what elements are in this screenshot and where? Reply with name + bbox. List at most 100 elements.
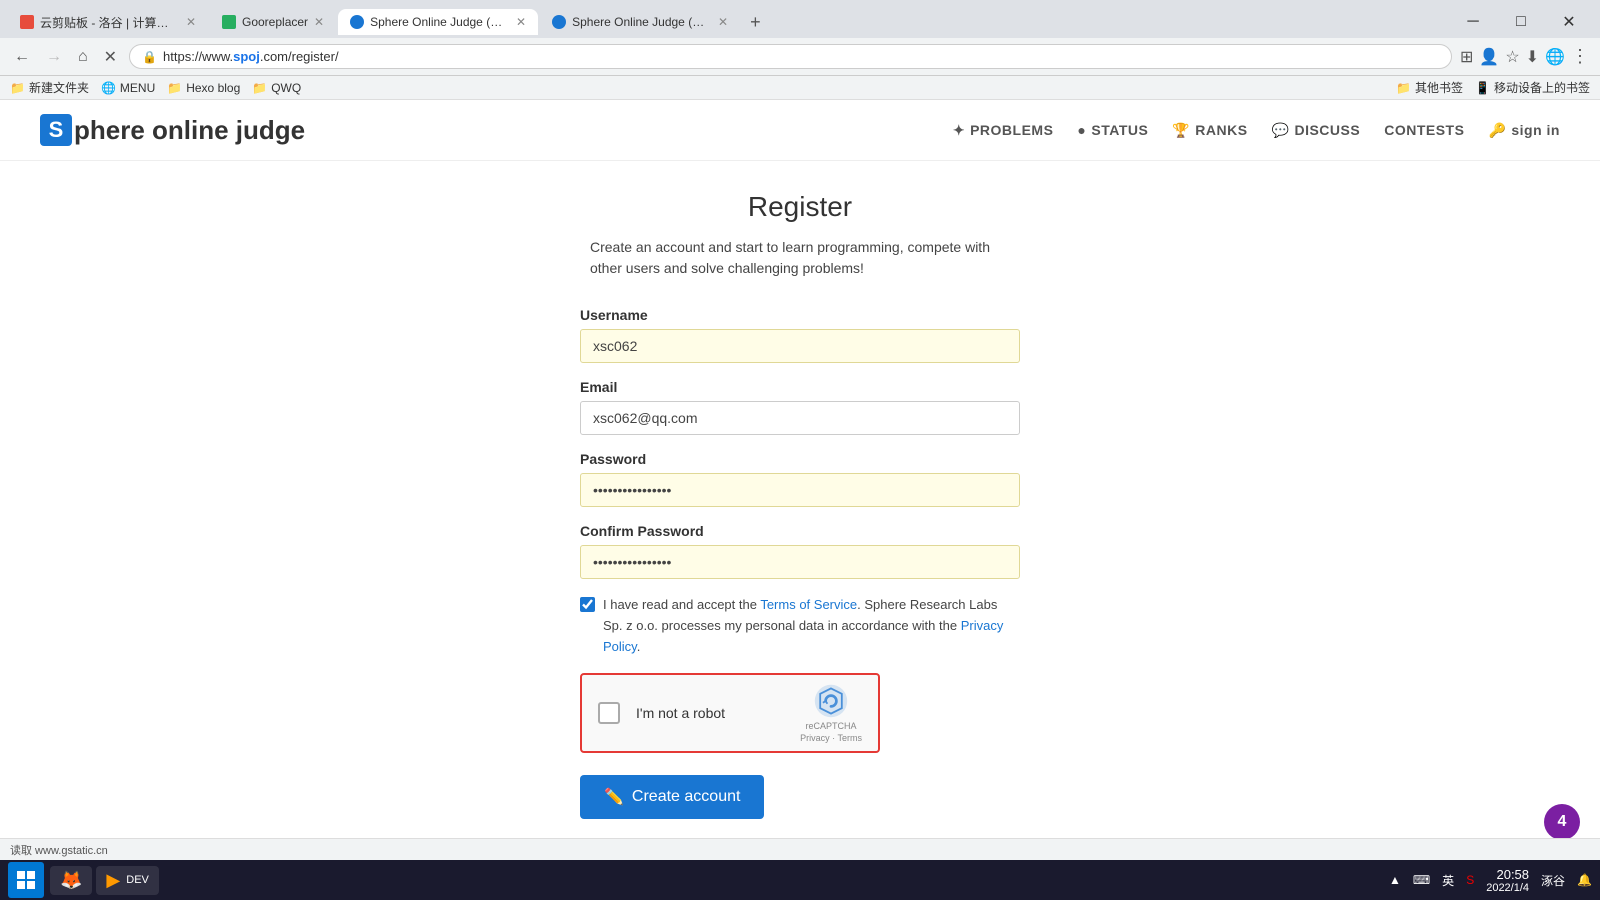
globe-icon[interactable]: 🌐 xyxy=(1545,47,1565,67)
clock-time: 20:58 xyxy=(1486,867,1529,882)
extensions-icon[interactable]: ⊞ xyxy=(1460,47,1473,67)
browser-tab-1[interactable]: 云剪贴板 - 洛谷 | 计算机科学... ✕ xyxy=(8,8,208,37)
create-account-label: Create account xyxy=(632,788,741,806)
terms-of-service-link[interactable]: Terms of Service xyxy=(760,597,857,612)
terms-label[interactable]: I have read and accept the Terms of Serv… xyxy=(580,595,1020,657)
nav-discuss[interactable]: 💬 DISCUSS xyxy=(1272,122,1361,139)
start-button[interactable] xyxy=(8,862,44,898)
taskbar: 🦊 ▶ DEV ▲ ⌨ 英 S 20:58 2022/1/4 涿谷 🔔 xyxy=(0,860,1600,900)
bookmark-other[interactable]: 📁 其他书签 xyxy=(1396,79,1463,96)
forward-button[interactable]: → xyxy=(42,46,66,68)
tab-favicon-4 xyxy=(552,15,566,29)
bookmark-mobile[interactable]: 📱 移动设备上的书签 xyxy=(1475,79,1590,96)
home-button[interactable]: ⌂ xyxy=(74,46,92,68)
create-account-button[interactable]: ✏️ Create account xyxy=(580,775,764,819)
notification-icon[interactable]: 🔔 xyxy=(1577,873,1592,887)
back-button[interactable]: ← xyxy=(10,46,34,68)
nav-ranks[interactable]: 🏆 RANKS xyxy=(1172,122,1247,139)
browser-tab-4[interactable]: Sphere Online Judge (SPOJ) ✕ xyxy=(540,9,740,35)
bookmarks-bar: 📁 新建文件夹 🌐 MENU 📁 Hexo blog 📁 QWQ 📁 其他书签 … xyxy=(0,76,1600,100)
bookmark-menu[interactable]: 🌐 MENU xyxy=(101,81,155,95)
tab-title-3: Sphere Online Judge (SPOJ) xyxy=(370,15,510,29)
bookmark-other-label: 其他书签 xyxy=(1415,79,1463,96)
clock-date: 2022/1/4 xyxy=(1486,882,1529,894)
username-label: Username xyxy=(580,307,1020,323)
nav-status[interactable]: ● STATUS xyxy=(1077,122,1148,138)
status-bar: 读取 www.gstatic.cn xyxy=(0,838,1600,860)
bookmark-label: 新建文件夹 xyxy=(29,79,89,96)
close-button[interactable]: ✕ xyxy=(1546,6,1592,38)
captcha-privacy-link[interactable]: Privacy xyxy=(800,733,830,743)
tab-favicon-3 xyxy=(350,15,364,29)
site-nav-links: ✦ PROBLEMS ● STATUS 🏆 RANKS 💬 DISCUSS CO… xyxy=(953,122,1560,139)
folder-icon-qwq: 📁 xyxy=(252,81,267,95)
bookmark-label: QWQ xyxy=(271,81,301,95)
taskbar-right: ▲ ⌨ 英 S 20:58 2022/1/4 涿谷 🔔 xyxy=(1389,867,1592,894)
folder-icon-other: 📁 xyxy=(1396,81,1411,95)
browser-tab-3[interactable]: Sphere Online Judge (SPOJ) ✕ xyxy=(338,9,538,35)
taskbar-dev[interactable]: ▶ DEV xyxy=(96,866,158,895)
keyboard-icon: ⌨ xyxy=(1413,873,1430,887)
confirm-password-input[interactable] xyxy=(580,545,1020,579)
main-content: Register Create an account and start to … xyxy=(0,161,1600,859)
site-nav: S phere online judge ✦ PROBLEMS ● STATUS… xyxy=(0,100,1600,161)
download-icon[interactable]: ⬇ xyxy=(1526,47,1539,67)
tab-title-1: 云剪贴板 - 洛谷 | 计算机科学... xyxy=(40,14,180,31)
taskbar-firefox[interactable]: 🦊 xyxy=(50,866,92,895)
nav-problems[interactable]: ✦ PROBLEMS xyxy=(953,122,1054,139)
nav-contests[interactable]: CONTESTS xyxy=(1384,122,1464,138)
site-logo: S phere online judge xyxy=(40,114,305,146)
notification-badge[interactable]: 4 xyxy=(1544,804,1580,840)
sys-tray: ▲ xyxy=(1389,873,1401,887)
tab-title-2: Gooreplacer xyxy=(242,15,308,29)
pencil-icon: ✏️ xyxy=(604,787,624,807)
lang-indicator[interactable]: 英 xyxy=(1442,872,1454,889)
bookmark-icon[interactable]: ☆ xyxy=(1505,47,1519,67)
bookmark-label: Hexo blog xyxy=(186,81,240,95)
tab-close-2[interactable]: ✕ xyxy=(314,15,324,29)
terms-section: I have read and accept the Terms of Serv… xyxy=(580,595,1020,657)
privacy-policy-link[interactable]: Privacy Policy xyxy=(603,618,1003,654)
maximize-button[interactable]: □ xyxy=(1498,6,1544,38)
new-tab-button[interactable]: + xyxy=(742,8,769,37)
bookmark-mobile-label: 移动设备上的书签 xyxy=(1494,79,1590,96)
tab-close-3[interactable]: ✕ xyxy=(516,15,526,29)
profile-icon[interactable]: 👤 xyxy=(1479,47,1499,67)
username-input[interactable] xyxy=(580,329,1020,363)
logo-text: phere online judge xyxy=(74,115,305,146)
page-content: S phere online judge ✦ PROBLEMS ● STATUS… xyxy=(0,100,1600,859)
minimize-button[interactable]: ─ xyxy=(1450,6,1496,38)
form-container: Username Email Password Confirm Password xyxy=(580,307,1020,819)
captcha-checkbox[interactable] xyxy=(598,702,620,724)
signin-icon: 🔑 xyxy=(1488,122,1506,139)
location: 涿谷 xyxy=(1541,872,1565,889)
browser-tab-2[interactable]: Gooreplacer ✕ xyxy=(210,9,336,35)
email-group: Email xyxy=(580,379,1020,435)
bookmark-qwq[interactable]: 📁 QWQ xyxy=(252,81,301,95)
captcha-links: Privacy · Terms xyxy=(800,733,862,743)
reload-button[interactable]: ✕ xyxy=(100,45,121,69)
bookmark-new-folder[interactable]: 📁 新建文件夹 xyxy=(10,79,89,96)
terms-text: I have read and accept the Terms of Serv… xyxy=(603,595,1020,657)
password-input[interactable] xyxy=(580,473,1020,507)
recaptcha-logo xyxy=(813,683,849,719)
captcha-widget[interactable]: I'm not a robot reCAPTCHA Privacy · xyxy=(580,673,880,753)
folder-icon-hexo: 📁 xyxy=(167,81,182,95)
taskbar-clock: 20:58 2022/1/4 xyxy=(1486,867,1529,894)
captcha-terms-link[interactable]: Terms xyxy=(838,733,863,743)
tab-close-4[interactable]: ✕ xyxy=(718,15,728,29)
bookmark-hexo[interactable]: 📁 Hexo blog xyxy=(167,81,240,95)
windows-logo xyxy=(16,870,36,890)
status-text: 读取 www.gstatic.cn xyxy=(10,842,108,858)
address-url: https://www.spoj.com/register/ xyxy=(163,49,339,64)
tab-close-1[interactable]: ✕ xyxy=(186,15,196,29)
address-bar[interactable]: 🔒 https://www.spoj.com/register/ xyxy=(129,44,1452,69)
menu-icon[interactable]: ⋮ xyxy=(1571,46,1590,67)
terms-checkbox[interactable] xyxy=(580,597,595,612)
dev-icon: ▶ xyxy=(106,870,120,891)
email-input[interactable] xyxy=(580,401,1020,435)
nav-signin[interactable]: 🔑 sign in xyxy=(1488,122,1560,139)
page-subtitle: Create an account and start to learn pro… xyxy=(590,237,1010,279)
username-group: Username xyxy=(580,307,1020,363)
tab-favicon-1 xyxy=(20,15,34,29)
